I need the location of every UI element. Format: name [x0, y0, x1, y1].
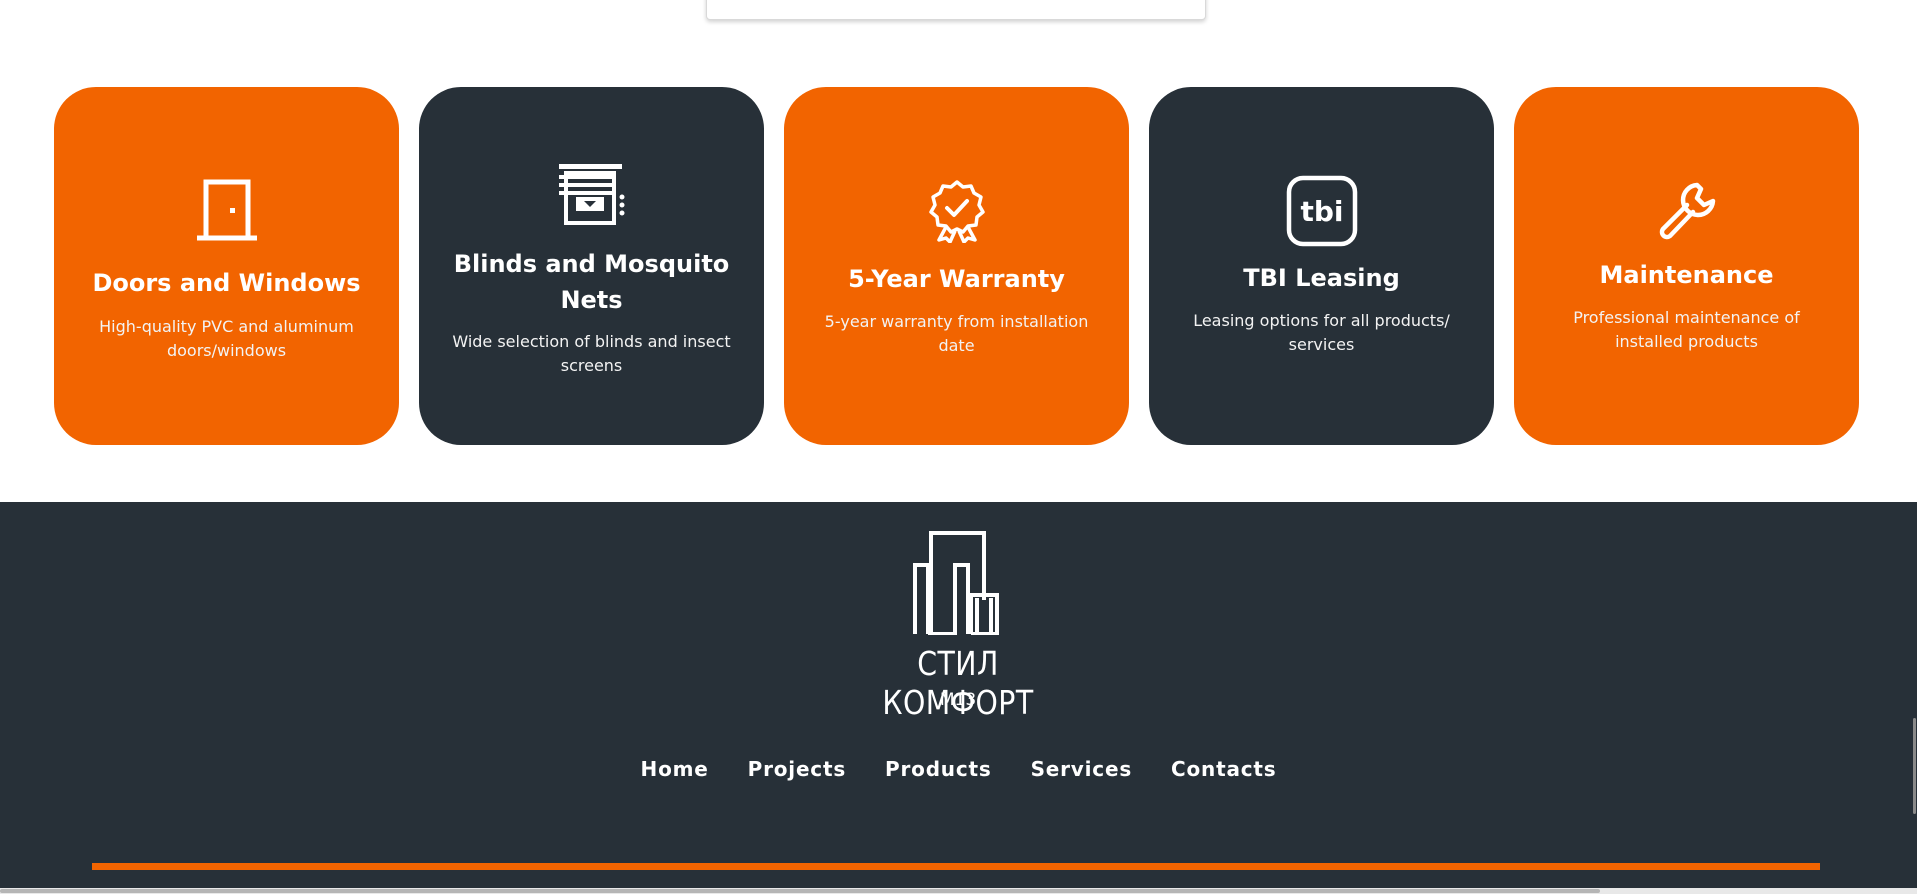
- feature-title: Blinds and Mosquito Nets: [453, 250, 730, 314]
- footer-logo[interactable]: СТИЛ КОМФОРТ М13: [846, 530, 1070, 722]
- footer-accent-line: [92, 863, 1820, 870]
- logo-name: СТИЛ КОМФОРТ: [882, 644, 1034, 722]
- tbi-logo-text: tbi: [1300, 195, 1343, 228]
- feature-description: High-quality PVC and aluminum doors/wind…: [99, 317, 354, 360]
- feature-description: Leasing options for all products/ servic…: [1193, 311, 1450, 354]
- feature-card-doors-windows[interactable]: Doors and Windows High-quality PVC and a…: [54, 87, 399, 445]
- building-logo-icon: [913, 531, 999, 636]
- vertical-scrollbar-thumb[interactable]: [1913, 718, 1916, 814]
- dropdown-panel-edge: [706, 0, 1206, 20]
- feature-description: Wide selection of blinds and insect scre…: [452, 332, 731, 375]
- feature-description: 5-year warranty from installation date: [824, 312, 1089, 355]
- feature-description: Professional maintenance of installed pr…: [1573, 308, 1800, 351]
- feature-title: Doors and Windows: [92, 269, 361, 297]
- nav-link-services[interactable]: Services: [1031, 757, 1132, 781]
- feature-card-maintenance[interactable]: Maintenance Professional maintenance of …: [1514, 87, 1859, 445]
- feature-title: 5-Year Warranty: [848, 265, 1065, 293]
- feature-cards: Doors and Windows High-quality PVC and a…: [54, 87, 1859, 445]
- nav-link-contacts[interactable]: Contacts: [1171, 757, 1276, 781]
- logo-subtitle: М13: [939, 690, 977, 710]
- footer-nav: Home Projects Products Services Contacts: [0, 757, 1917, 781]
- wrench-icon: [1657, 181, 1717, 241]
- feature-title: Maintenance: [1599, 261, 1774, 289]
- feature-card-blinds-nets[interactable]: Blinds and Mosquito Nets Wide selection …: [419, 87, 764, 445]
- tbi-logo-icon: tbi: [1286, 175, 1358, 247]
- feature-card-warranty[interactable]: 5-Year Warranty 5-year warranty from ins…: [784, 87, 1129, 445]
- horizontal-scrollbar-thumb[interactable]: [0, 889, 1600, 893]
- nav-link-home[interactable]: Home: [641, 757, 709, 781]
- nav-link-projects[interactable]: Projects: [748, 757, 846, 781]
- blinds-icon: [558, 163, 626, 225]
- warranty-badge-icon: [928, 179, 986, 243]
- feature-card-tbi-leasing[interactable]: tbi TBI Leasing Leasing options for all …: [1149, 87, 1494, 445]
- nav-link-products[interactable]: Products: [885, 757, 992, 781]
- door-icon: [195, 178, 259, 242]
- feature-title: TBI Leasing: [1243, 264, 1400, 292]
